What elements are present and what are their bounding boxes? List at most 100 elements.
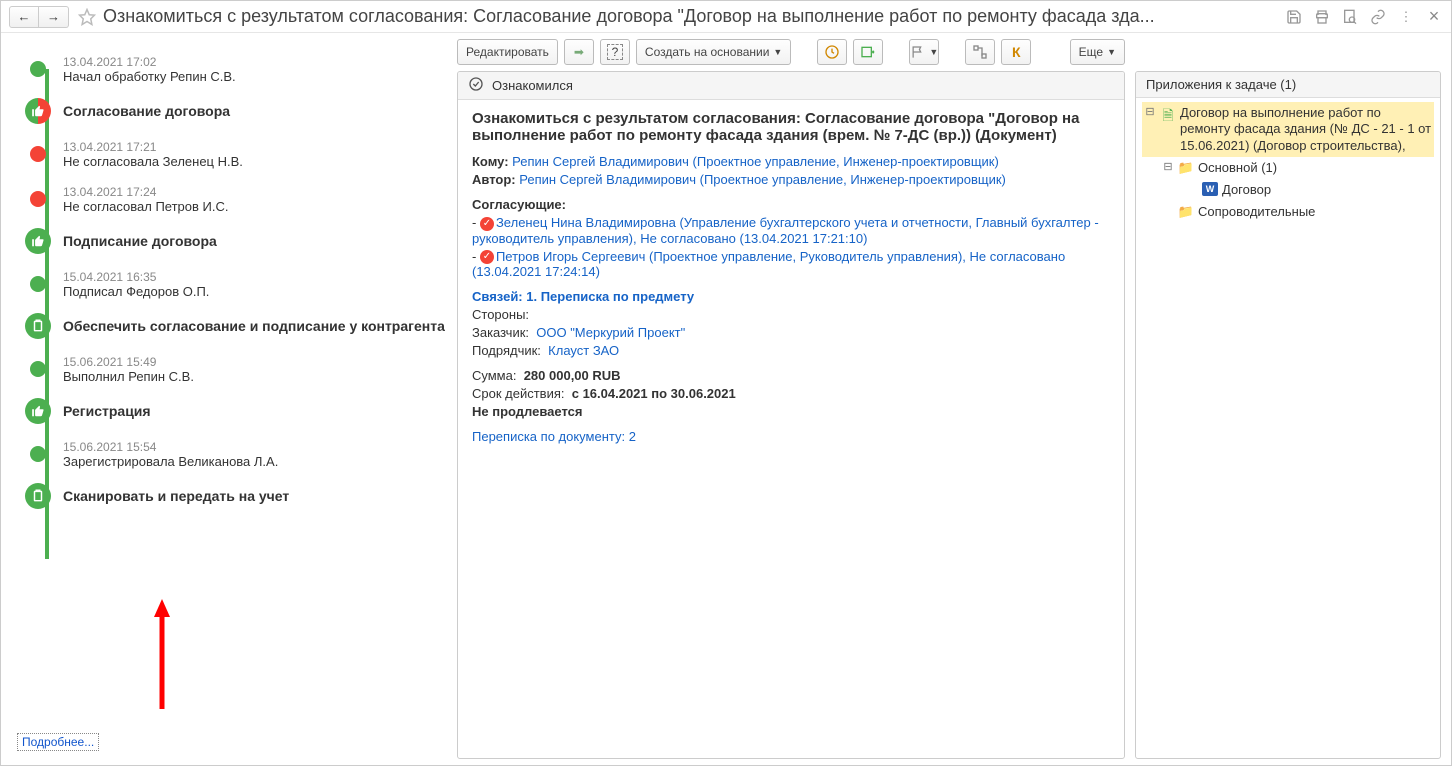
timeline-item: 13.04.2021 17:21 Не согласовала Зеленец … bbox=[25, 138, 457, 169]
customer-label: Заказчик: bbox=[472, 325, 529, 340]
timeline-item: Сканировать и передать на учет bbox=[25, 483, 457, 509]
approver-link[interactable]: Петров Игорь Сергеевич (Проектное управл… bbox=[472, 249, 1065, 280]
main-column: Редактировать ➡ ? Создать на основании▼ … bbox=[457, 39, 1125, 759]
flag-button[interactable]: ▼ bbox=[909, 39, 939, 65]
clock-button[interactable] bbox=[817, 39, 847, 65]
parties-label: Стороны: bbox=[472, 307, 1110, 322]
caret-down-icon: ▼ bbox=[929, 47, 938, 57]
document-panel: Ознакомился Ознакомиться с результатом с… bbox=[457, 71, 1125, 759]
contractor-link[interactable]: Клауст ЗАО bbox=[548, 343, 619, 358]
timeline-subtitle: Не согласовала Зеленец Н.В. bbox=[63, 154, 243, 169]
timeline-item: 15.04.2021 16:35 Подписал Федоров О.П. bbox=[25, 268, 457, 299]
nav-back-button[interactable]: ← bbox=[9, 6, 39, 28]
tree-row-file[interactable]: W Договор bbox=[1142, 179, 1434, 201]
correspondence-count[interactable]: 2 bbox=[629, 429, 636, 444]
favorite-star-icon[interactable] bbox=[75, 5, 99, 29]
attachments-panel: Приложения к задаче (1) ⊟ 🗎 Договор на в… bbox=[1135, 71, 1441, 759]
search-page-icon[interactable] bbox=[1341, 8, 1359, 26]
header-actions: ⋮ × bbox=[1285, 8, 1443, 26]
save-icon[interactable] bbox=[1285, 8, 1303, 26]
print-icon[interactable] bbox=[1313, 8, 1331, 26]
tree-row-folder[interactable]: 📁 Сопроводительные bbox=[1142, 201, 1434, 223]
kebab-menu-icon[interactable]: ⋮ bbox=[1397, 8, 1415, 26]
forward-button[interactable]: ➡ bbox=[564, 39, 594, 65]
annotation-arrow-icon bbox=[152, 599, 172, 709]
contractor-label: Подрядчик: bbox=[472, 343, 541, 358]
document-title: Ознакомиться с результатом согласования:… bbox=[472, 110, 1110, 144]
caret-down-icon: ▼ bbox=[1107, 47, 1116, 57]
timeline-dot-icon bbox=[30, 146, 46, 162]
timeline-title: Сканировать и передать на учет bbox=[63, 485, 289, 504]
attachments-header: Приложения к задаче (1) bbox=[1136, 72, 1440, 98]
author-label: Автор: bbox=[472, 172, 516, 187]
noprolong-label: Не продлевается bbox=[472, 404, 1110, 419]
status-strip: Ознакомился bbox=[458, 72, 1124, 100]
links-link[interactable]: Связей: 1. Переписка по предмету bbox=[472, 289, 694, 304]
timeline-meta: 15.06.2021 15:54 bbox=[63, 440, 278, 454]
calendar-export-button[interactable] bbox=[853, 39, 883, 65]
timeline-meta: 13.04.2021 17:02 bbox=[63, 55, 236, 69]
document-body: Ознакомиться с результатом согласования:… bbox=[458, 100, 1124, 457]
tree-collapse-icon[interactable]: ⊟ bbox=[1144, 105, 1156, 118]
timeline-dot-icon bbox=[30, 276, 46, 292]
timeline-dot-icon bbox=[30, 361, 46, 377]
document-icon: 🗎 bbox=[1160, 105, 1176, 129]
approver-link[interactable]: Зеленец Нина Владимировна (Управление бу… bbox=[472, 215, 1099, 246]
create-based-label: Создать на основании bbox=[645, 45, 770, 59]
word-file-icon: W bbox=[1202, 182, 1218, 196]
timeline-item: 15.06.2021 15:54 Зарегистрировала Велика… bbox=[25, 438, 457, 469]
timeline-title: Регистрация bbox=[63, 400, 151, 419]
timeline-item: 15.06.2021 15:49 Выполнил Репин С.В. bbox=[25, 353, 457, 384]
thumb-up-icon bbox=[25, 398, 51, 424]
timeline-item: 13.04.2021 17:02 Начал обработку Репин С… bbox=[25, 53, 457, 84]
k-button[interactable]: К bbox=[1001, 39, 1031, 65]
page-title: Ознакомиться с результатом согласования:… bbox=[103, 6, 1285, 27]
more-button[interactable]: Еще ▼ bbox=[1070, 39, 1125, 65]
tree-row-document[interactable]: ⊟ 🗎 Договор на выполнение работ по ремон… bbox=[1142, 102, 1434, 157]
timeline-item: Обеспечить согласование и подписание у к… bbox=[25, 313, 457, 339]
link-icon[interactable] bbox=[1369, 8, 1387, 26]
tree-label: Основной (1) bbox=[1198, 160, 1277, 176]
edit-button[interactable]: Редактировать bbox=[457, 39, 558, 65]
tree-collapse-icon[interactable]: ⊟ bbox=[1162, 160, 1174, 173]
to-label: Кому: bbox=[472, 154, 509, 169]
author-value-link[interactable]: Репин Сергей Владимирович (Проектное упр… bbox=[519, 172, 1006, 187]
timeline-dot-icon bbox=[30, 61, 46, 77]
timeline-item: 13.04.2021 17:24 Не согласовал Петров И.… bbox=[25, 183, 457, 214]
attachments-tree: ⊟ 🗎 Договор на выполнение работ по ремон… bbox=[1136, 98, 1440, 758]
approvers-label: Согласующие: bbox=[472, 197, 566, 212]
timeline-title: Подписание договора bbox=[63, 230, 217, 249]
customer-link[interactable]: ООО "Меркурий Проект" bbox=[536, 325, 685, 340]
timeline-meta: 15.06.2021 15:49 bbox=[63, 355, 194, 369]
create-based-button[interactable]: Создать на основании▼ bbox=[636, 39, 791, 65]
timeline-subtitle: Подписал Федоров О.П. bbox=[63, 284, 209, 299]
sum-label: Сумма: bbox=[472, 368, 516, 383]
clipboard-icon bbox=[25, 313, 51, 339]
more-details-link[interactable]: Подробнее... bbox=[17, 733, 99, 751]
period-label: Срок действия: bbox=[472, 386, 565, 401]
help-button[interactable]: ? bbox=[600, 39, 630, 65]
timeline-subtitle: Начал обработку Репин С.В. bbox=[63, 69, 236, 84]
tree-row-folder[interactable]: ⊟ 📁 Основной (1) bbox=[1142, 157, 1434, 179]
timeline-subtitle: Выполнил Репин С.В. bbox=[63, 369, 194, 384]
clipboard-icon bbox=[25, 483, 51, 509]
reject-icon: ✓ bbox=[480, 217, 494, 231]
timeline-panel: 13.04.2021 17:02 Начал обработку Репин С… bbox=[7, 39, 457, 759]
timeline-title: Обеспечить согласование и подписание у к… bbox=[63, 315, 445, 334]
timeline-item: Согласование договора bbox=[25, 98, 457, 124]
thumb-up-icon bbox=[25, 228, 51, 254]
sum-value: 280 000,00 RUB bbox=[524, 368, 621, 383]
tree-button[interactable] bbox=[965, 39, 995, 65]
reject-icon: ✓ bbox=[480, 250, 494, 264]
nav-forward-button[interactable]: → bbox=[39, 6, 69, 28]
caret-down-icon: ▼ bbox=[773, 47, 782, 57]
correspondence-link[interactable]: Переписка по документу: bbox=[472, 429, 625, 444]
tree-label: Договор на выполнение работ по ремонту ф… bbox=[1180, 105, 1432, 154]
timeline-meta: 15.04.2021 16:35 bbox=[63, 270, 209, 284]
timeline-item: Регистрация bbox=[25, 398, 457, 424]
to-value-link[interactable]: Репин Сергей Владимирович (Проектное упр… bbox=[512, 154, 999, 169]
timeline-dot-icon bbox=[30, 191, 46, 207]
close-icon[interactable]: × bbox=[1425, 8, 1443, 26]
more-label: Еще bbox=[1079, 45, 1103, 59]
period-value: с 16.04.2021 по 30.06.2021 bbox=[572, 386, 736, 401]
